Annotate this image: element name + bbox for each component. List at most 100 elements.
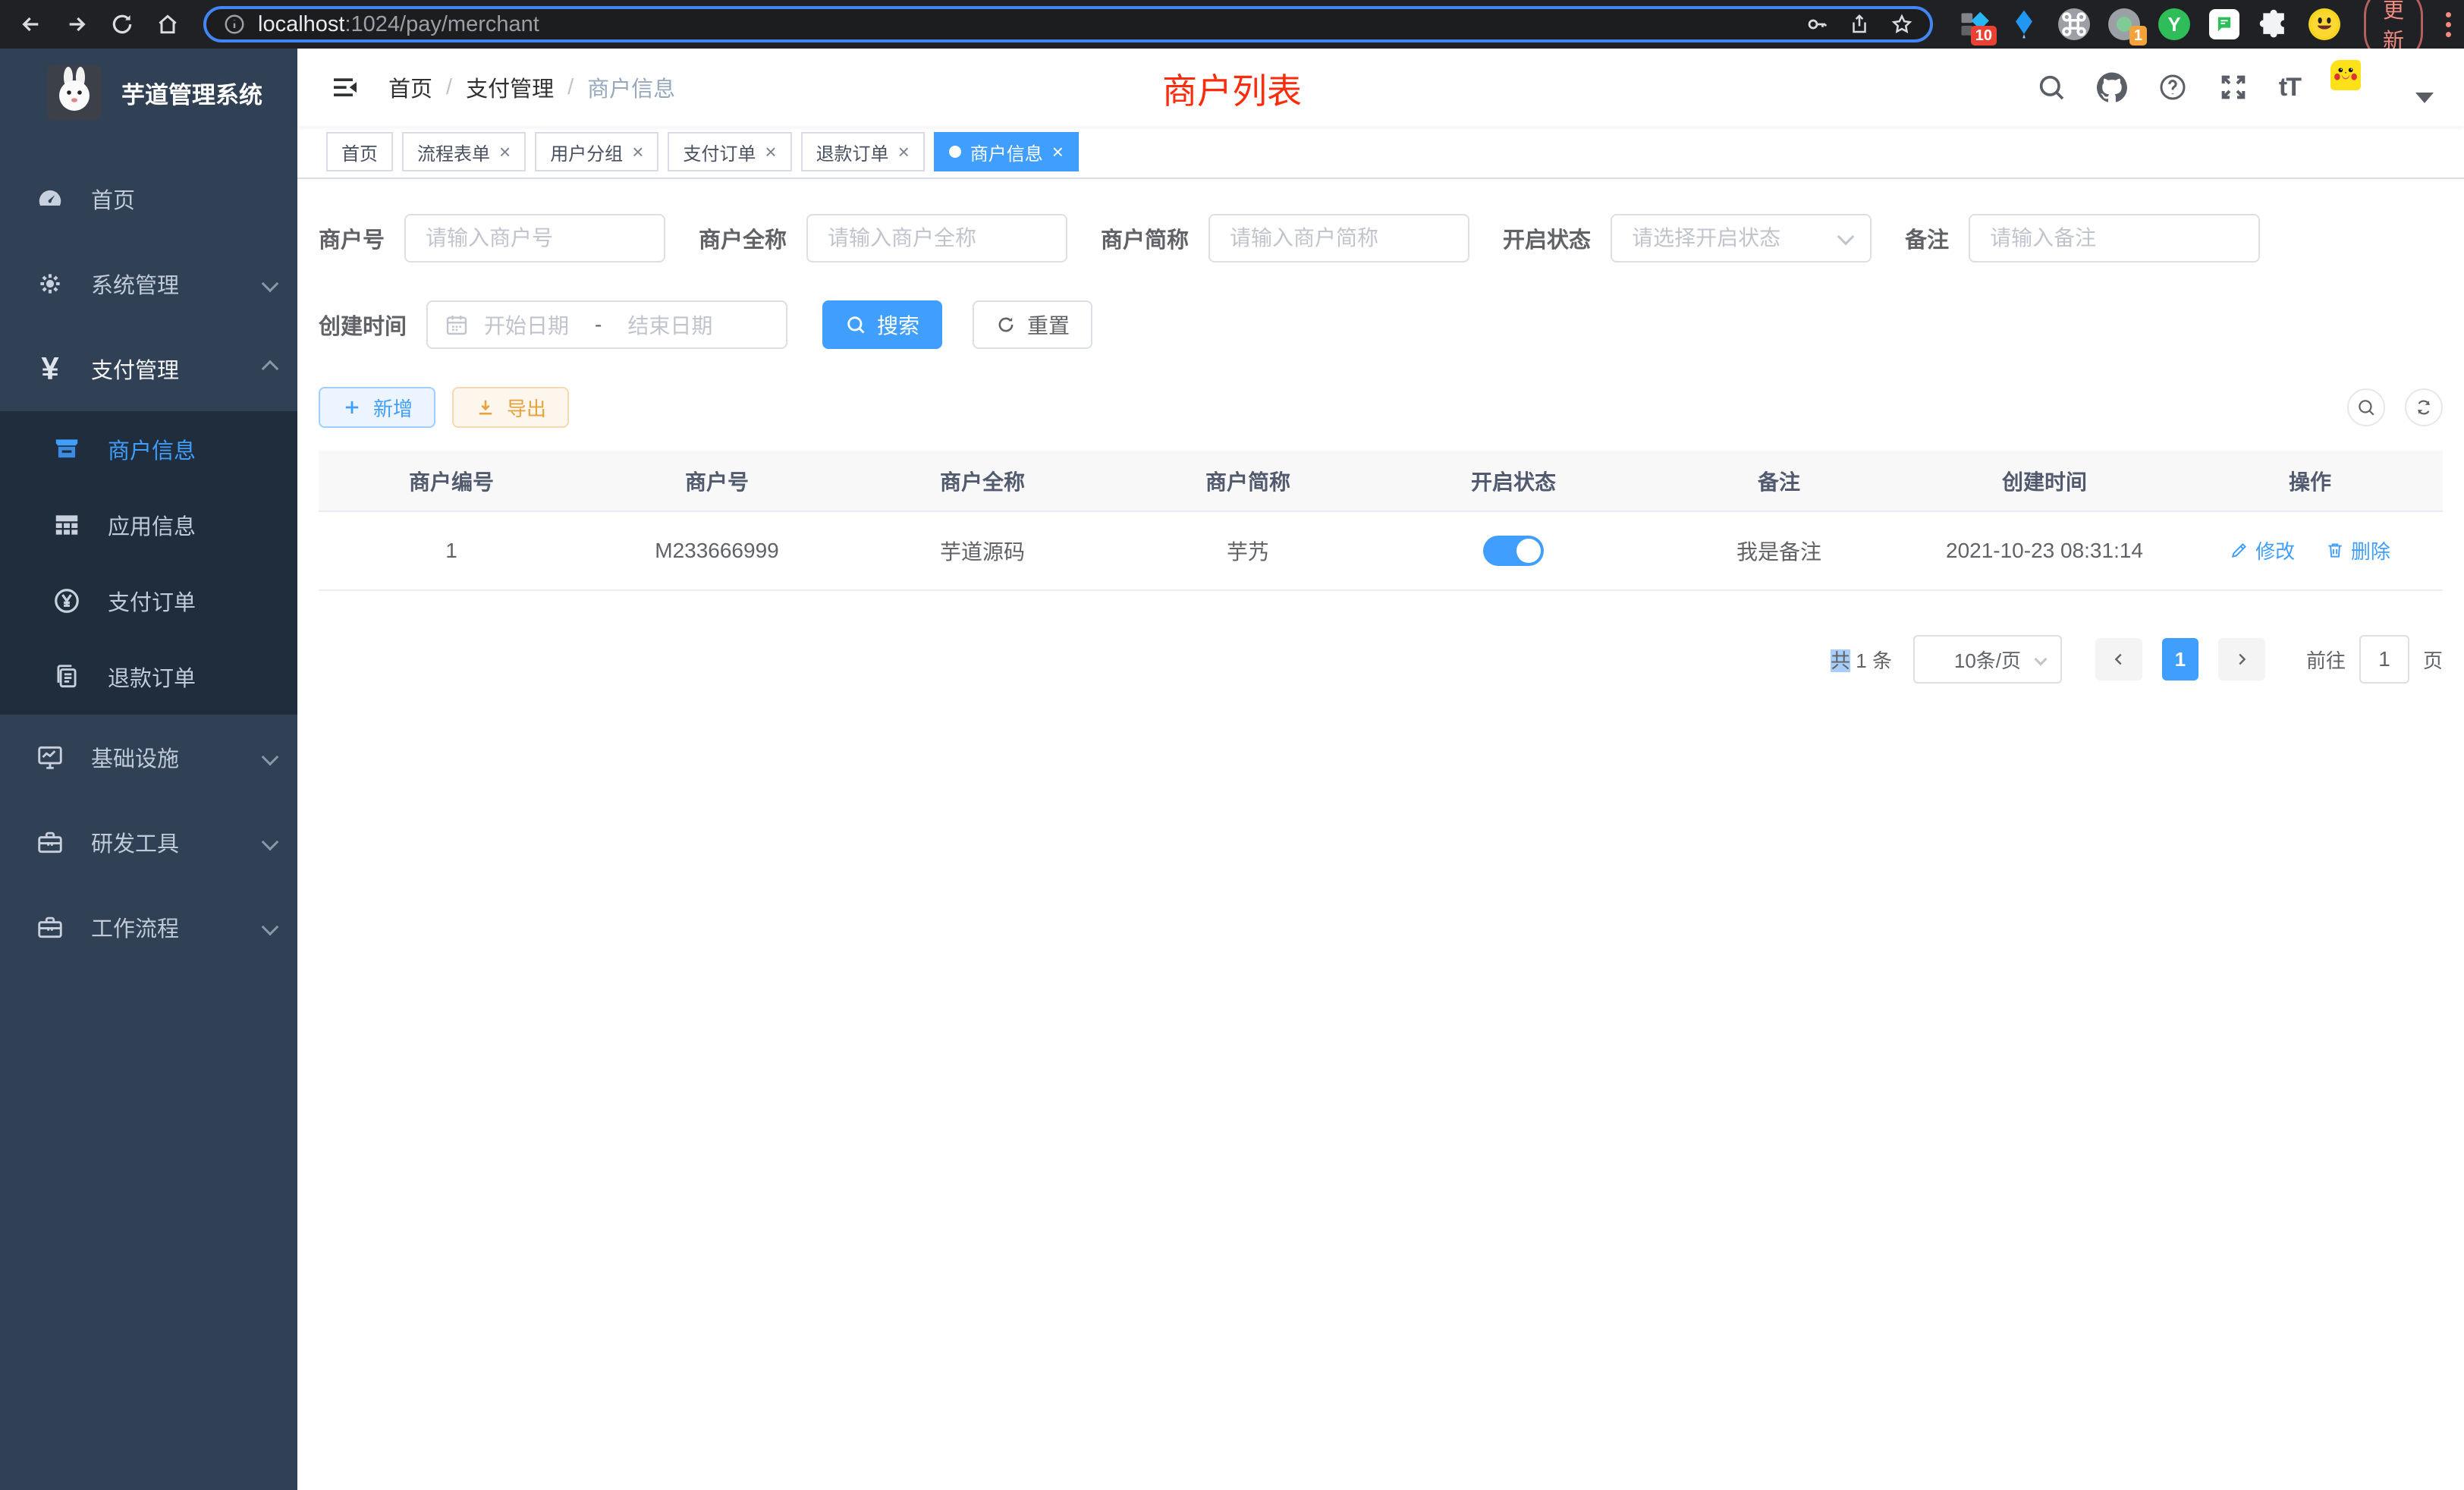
user-avatar[interactable] xyxy=(2330,60,2385,115)
page-suffix-label: 页 xyxy=(2423,646,2443,674)
tab-pay-order[interactable]: 支付订单× xyxy=(668,132,791,171)
share-icon[interactable] xyxy=(1848,13,1871,36)
tab-home[interactable]: 首页 xyxy=(326,132,393,171)
sidebar-item-label: 支付订单 xyxy=(108,585,196,617)
sidebar-item-merchant-info[interactable]: 商户信息 xyxy=(0,411,297,487)
tab-process-form[interactable]: 流程表单× xyxy=(402,132,526,171)
prev-page-button[interactable] xyxy=(2095,638,2142,681)
edit-link[interactable]: 修改 xyxy=(2230,536,2295,564)
tab-merchant-info[interactable]: 商户信息× xyxy=(934,132,1079,171)
toggle-search-button[interactable] xyxy=(2347,388,2385,426)
search-button[interactable]: 搜索 xyxy=(822,300,942,349)
tab-user-group[interactable]: 用户分组 × xyxy=(535,132,658,171)
add-button-label: 新增 xyxy=(373,394,413,422)
toolbox-icon xyxy=(32,828,68,857)
password-key-icon[interactable] xyxy=(1806,13,1828,36)
extension-gray-circle-icon[interactable]: 1 xyxy=(2107,8,2141,41)
create-time-label: 创建时间 xyxy=(319,309,407,341)
sidebar-item-system[interactable]: 系统管理 xyxy=(0,241,297,326)
pagination-total-rest: 1 条 xyxy=(1856,649,1892,672)
col-actions: 操作 xyxy=(2177,451,2443,511)
font-size-icon[interactable]: tT xyxy=(2279,73,2300,102)
tab-label: 用户分组 xyxy=(550,139,623,165)
sidebar-item-infra[interactable]: 基础设施 xyxy=(0,715,297,800)
extension-command-icon[interactable] xyxy=(2057,8,2091,41)
cell-create-time: 2021-10-23 08:31:14 xyxy=(1912,511,2177,590)
profile-emoji-avatar[interactable] xyxy=(2308,8,2341,41)
status-select-input[interactable] xyxy=(1611,214,1872,262)
plus-icon xyxy=(341,397,363,418)
sidebar-collapse-icon[interactable] xyxy=(328,70,363,105)
sidebar-item-label: 商户信息 xyxy=(108,433,196,465)
refresh-table-button[interactable] xyxy=(2405,388,2443,426)
sidebar-logo[interactable]: 芋道管理系统 xyxy=(0,49,297,137)
close-icon[interactable]: × xyxy=(898,142,910,162)
page-number-1[interactable]: 1 xyxy=(2162,638,2198,681)
refresh-icon xyxy=(995,314,1017,335)
date-range-picker[interactable]: 开始日期 - 结束日期 xyxy=(426,300,787,349)
close-icon[interactable]: × xyxy=(632,142,643,162)
extension-area: 10 1 Y xyxy=(1957,8,2341,41)
search-icon xyxy=(845,314,866,335)
browser-chrome: localhost:1024/pay/merchant 10 xyxy=(0,0,2464,49)
remark-input[interactable] xyxy=(1969,214,2260,262)
extension-kite-icon[interactable] xyxy=(2007,8,2041,41)
table-row: 1 M233666999 芋道源码 芋艿 我是备注 2021-10-23 08:… xyxy=(319,511,2443,590)
bookmark-star-icon[interactable] xyxy=(1890,13,1913,36)
url-path: :1024/pay/merchant xyxy=(344,12,539,36)
sidebar-item-pay-order[interactable]: 支付订单 xyxy=(0,563,297,639)
yen-icon: ¥ xyxy=(32,353,68,385)
page-size-select[interactable]: 10条/页 xyxy=(1913,635,2062,684)
sidebar-item-pay[interactable]: ¥ 支付管理 xyxy=(0,326,297,411)
browser-back-button[interactable] xyxy=(14,7,49,42)
close-icon[interactable]: × xyxy=(499,142,511,162)
chevron-down-icon xyxy=(262,834,279,851)
screen: localhost:1024/pay/merchant 10 xyxy=(0,0,2464,1490)
grid-icon xyxy=(49,511,85,539)
export-button[interactable]: 导出 xyxy=(452,387,569,428)
extension-y-icon[interactable]: Y xyxy=(2158,8,2191,41)
sidebar-item-label: 系统管理 xyxy=(91,268,179,300)
site-info-icon[interactable] xyxy=(223,13,246,36)
browser-reload-button[interactable] xyxy=(105,7,140,42)
close-icon[interactable]: × xyxy=(765,142,776,162)
page-content: 商户号 商户全称 商户简称 开启状态 xyxy=(297,179,2464,1490)
github-icon[interactable] xyxy=(2097,72,2127,102)
breadcrumb-separator: / xyxy=(567,75,574,100)
extension-chat-icon[interactable] xyxy=(2208,8,2241,41)
full-name-input[interactable] xyxy=(806,214,1067,262)
delete-link[interactable]: 删除 xyxy=(2325,536,2390,564)
tab-refund-order[interactable]: 退款订单× xyxy=(801,132,925,171)
chevron-down-icon xyxy=(262,919,279,936)
cell-merchant-id: 1 xyxy=(319,511,584,590)
merchant-no-input[interactable] xyxy=(404,214,665,262)
avatar-dropdown-caret[interactable] xyxy=(2415,93,2434,103)
reset-button[interactable]: 重置 xyxy=(973,300,1092,349)
breadcrumb-pay[interactable]: 支付管理 xyxy=(466,71,554,103)
sidebar-item-refund-order[interactable]: 退款订单 xyxy=(0,639,297,715)
sidebar-item-app-info[interactable]: 应用信息 xyxy=(0,487,297,563)
sidebar-item-dev-tools[interactable]: 研发工具 xyxy=(0,800,297,885)
calendar-icon xyxy=(445,313,469,337)
fullscreen-icon[interactable] xyxy=(2218,72,2249,102)
cell-full-name: 芋道源码 xyxy=(850,511,1115,590)
sidebar-item-home[interactable]: 首页 xyxy=(0,156,297,241)
browser-forward-button[interactable] xyxy=(59,7,94,42)
short-name-input[interactable] xyxy=(1208,214,1469,262)
chrome-menu-icon[interactable] xyxy=(2446,12,2451,37)
header-search-icon[interactable] xyxy=(2036,72,2066,102)
next-page-button[interactable] xyxy=(2218,638,2265,681)
address-bar[interactable]: localhost:1024/pay/merchant xyxy=(203,6,1933,42)
extension-tag-icon[interactable]: 10 xyxy=(1957,8,1991,41)
close-icon[interactable]: × xyxy=(1052,142,1064,162)
extensions-puzzle-icon[interactable] xyxy=(2258,8,2291,41)
browser-home-button[interactable] xyxy=(150,7,185,42)
status-select[interactable] xyxy=(1611,214,1872,262)
goto-page-input[interactable] xyxy=(2359,635,2409,684)
status-toggle[interactable] xyxy=(1483,536,1544,566)
search-button-label: 搜索 xyxy=(877,310,919,340)
sidebar-item-workflow[interactable]: 工作流程 xyxy=(0,885,297,970)
breadcrumb-home[interactable]: 首页 xyxy=(388,71,432,103)
add-button[interactable]: 新增 xyxy=(319,387,435,428)
help-icon[interactable] xyxy=(2158,72,2188,102)
